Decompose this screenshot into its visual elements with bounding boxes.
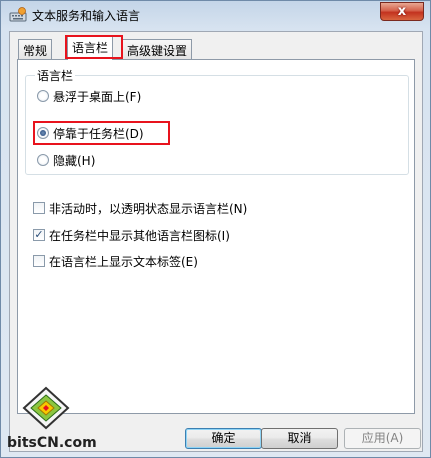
checkbox-label: 非活动时，以透明状态显示语言栏(N)	[49, 201, 248, 216]
watermark-text: bitsCN.com	[7, 435, 97, 451]
cancel-button[interactable]: 取消	[261, 428, 338, 449]
dialog-client-area: 常规 语言栏 高级键设置 语言栏 悬浮于桌面上(F) 停靠于任务栏(D) 隐藏(…	[9, 31, 423, 452]
window-title: 文本服务和输入语言	[32, 9, 141, 23]
radio-label: 悬浮于桌面上(F)	[53, 89, 142, 104]
watermark-logo-icon	[22, 386, 70, 430]
radio-float-on-desktop[interactable]: 悬浮于桌面上(F)	[37, 88, 141, 104]
ok-button[interactable]: 确定	[185, 428, 262, 449]
title-bar[interactable]: 文本服务和输入语言 x	[1, 1, 430, 29]
radio-button[interactable]	[37, 154, 49, 166]
checkbox-label: 在任务栏中显示其他语言栏图标(I)	[49, 228, 230, 243]
radio-docked-in-taskbar[interactable]: 停靠于任务栏(D)	[37, 125, 144, 141]
keyboard-globe-icon	[9, 7, 27, 22]
radio-label: 隐藏(H)	[53, 153, 96, 168]
checkbox-box[interactable]	[33, 255, 45, 267]
language-bar-groupbox: 语言栏 悬浮于桌面上(F) 停靠于任务栏(D) 隐藏(H)	[25, 67, 409, 175]
tab-advanced-key-settings[interactable]: 高级键设置	[122, 39, 193, 59]
radio-button[interactable]	[37, 127, 49, 139]
apply-button[interactable]: 应用(A)	[344, 428, 421, 449]
checkbox-box[interactable]: ✓	[33, 229, 45, 241]
checkbox-show-text-labels[interactable]: 在语言栏上显示文本标签(E)	[33, 253, 198, 269]
tab-panel-language-bar: 语言栏 悬浮于桌面上(F) 停靠于任务栏(D) 隐藏(H) 非活动时，以透明状态…	[17, 59, 415, 414]
checkbox-box[interactable]	[33, 202, 45, 214]
radio-button[interactable]	[37, 90, 49, 102]
checkbox-transparent-when-inactive[interactable]: 非活动时，以透明状态显示语言栏(N)	[33, 200, 247, 216]
dialog-window: 文本服务和输入语言 x 常规 语言栏 高级键设置 语言栏 悬浮于桌面上(F) 停…	[0, 0, 431, 458]
checkbox-show-additional-icons[interactable]: ✓ 在任务栏中显示其他语言栏图标(I)	[33, 227, 230, 243]
close-button[interactable]: x	[380, 2, 424, 21]
tab-language-bar[interactable]: 语言栏	[67, 36, 114, 60]
radio-hidden[interactable]: 隐藏(H)	[37, 152, 95, 168]
tab-general[interactable]: 常规	[18, 39, 53, 59]
checkbox-label: 在语言栏上显示文本标签(E)	[49, 254, 198, 269]
groupbox-title: 语言栏	[35, 67, 76, 84]
radio-label: 停靠于任务栏(D)	[53, 126, 144, 141]
